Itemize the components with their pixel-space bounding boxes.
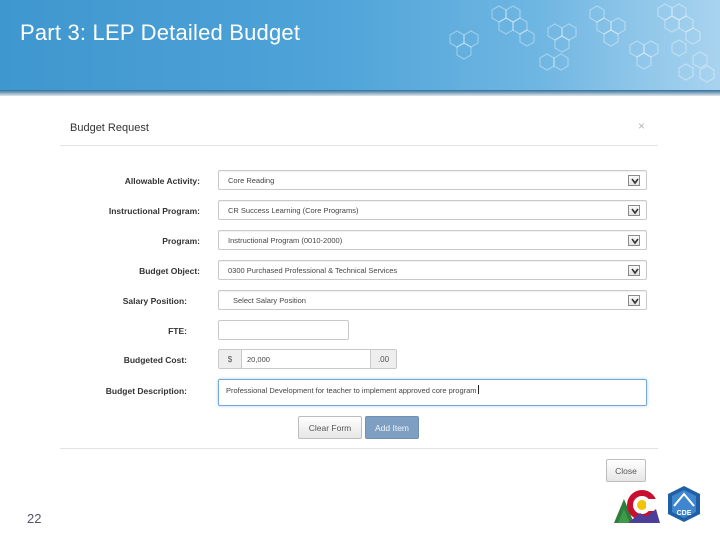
cde-logo-icon: CDE xyxy=(668,486,700,522)
text-cursor xyxy=(477,385,479,394)
modal-title: Budget Request xyxy=(70,122,149,134)
close-button[interactable]: Close xyxy=(606,459,646,482)
budget-object-label: Budget Object: xyxy=(139,266,200,276)
instructional-program-select[interactable]: CR Success Learning (Core Programs) xyxy=(218,200,647,220)
budget-description-value: Professional Development for teacher to … xyxy=(226,386,477,395)
allowable-activity-label: Allowable Activity: xyxy=(124,176,200,186)
allowable-activity-value: Core Reading xyxy=(228,176,275,185)
page-number: 22 xyxy=(27,511,42,526)
title-banner: Part 3: LEP Detailed Budget xyxy=(0,0,720,90)
currency-prefix: $ xyxy=(218,349,242,369)
cents-suffix: .00 xyxy=(370,349,397,369)
instructional-program-value: CR Success Learning (Core Programs) xyxy=(228,206,359,215)
budget-description-input[interactable]: Professional Development for teacher to … xyxy=(218,379,647,406)
program-label: Program: xyxy=(162,236,200,246)
chevron-down-icon[interactable] xyxy=(628,205,640,216)
close-icon[interactable]: × xyxy=(638,119,645,133)
fte-input[interactable] xyxy=(218,320,349,340)
salary-position-value: Select Salary Position xyxy=(233,296,306,305)
modal-footer-divider xyxy=(60,448,658,449)
salary-position-label: Salary Position: xyxy=(122,296,187,306)
budgeted-cost-label: Budgeted Cost: xyxy=(123,355,187,365)
chevron-down-icon[interactable] xyxy=(628,295,640,306)
colorado-logo-icon xyxy=(614,490,660,523)
salary-position-select[interactable]: Select Salary Position xyxy=(218,290,647,310)
clear-form-button[interactable]: Clear Form xyxy=(298,416,362,439)
budgeted-cost-input[interactable]: 20,000 xyxy=(241,349,371,369)
budget-object-select[interactable]: 0300 Purchased Professional & Technical … xyxy=(218,260,647,280)
chevron-down-icon[interactable] xyxy=(628,235,640,246)
modal-header-divider xyxy=(60,145,658,146)
allowable-activity-select[interactable]: Core Reading xyxy=(218,170,647,190)
cde-logo-text: CDE xyxy=(677,510,692,517)
program-select[interactable]: Instructional Program (0010-2000) xyxy=(218,230,647,250)
slide-title: Part 3: LEP Detailed Budget xyxy=(20,20,301,45)
hexagon-pattern-decoration xyxy=(449,3,715,83)
chevron-down-icon[interactable] xyxy=(628,265,640,276)
budget-request-modal: Budget Request × Allowable Activity: Cor… xyxy=(60,108,660,488)
banner-divider xyxy=(0,90,720,96)
instructional-program-label: Instructional Program: xyxy=(108,206,200,216)
chevron-down-icon[interactable] xyxy=(628,175,640,186)
budget-description-label: Budget Description: xyxy=(105,386,187,396)
add-item-button[interactable]: Add Item xyxy=(365,416,419,439)
program-value: Instructional Program (0010-2000) xyxy=(228,236,343,245)
budget-object-value: 0300 Purchased Professional & Technical … xyxy=(228,266,398,275)
fte-label: FTE: xyxy=(168,326,187,336)
budgeted-cost-group: $ 20,000 .00 xyxy=(218,349,397,369)
